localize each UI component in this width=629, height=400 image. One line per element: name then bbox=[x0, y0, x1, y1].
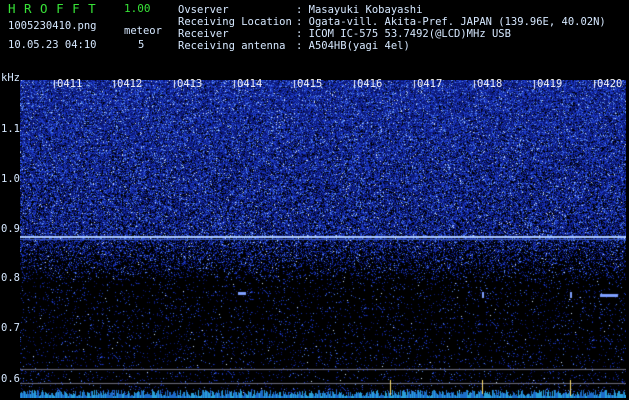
app-version: 1.00 bbox=[124, 2, 151, 15]
info-label-receiver: Receiver bbox=[178, 28, 229, 40]
time-marker-label: 0417 bbox=[417, 78, 443, 90]
time-marker-label: 0414 bbox=[237, 78, 263, 90]
meteor-label: meteor bbox=[124, 25, 162, 37]
time-marker-label: 0412 bbox=[117, 78, 143, 90]
y-axis-unit: kHz bbox=[1, 72, 20, 84]
y-axis-tick: 0.9 bbox=[1, 223, 20, 235]
plot-area bbox=[20, 80, 626, 398]
info-value-observer: : Masayuki Kobayashi bbox=[296, 4, 423, 16]
capture-time: 10.05.23 04:10 bbox=[8, 39, 97, 51]
y-axis-tick: 1.1 bbox=[1, 123, 20, 135]
time-marker-label: 0415 bbox=[297, 78, 323, 90]
y-axis-tick: 1.0 bbox=[1, 173, 20, 185]
info-value-location: : Ogata-vill. Akita-Pref. JAPAN (139.96E… bbox=[296, 16, 606, 28]
app-title: HROFFT bbox=[8, 1, 105, 16]
time-marker-label: 0416 bbox=[357, 78, 383, 90]
time-marker-label: 0420 bbox=[597, 78, 623, 90]
info-label-location: Receiving Location bbox=[178, 16, 292, 28]
info-value-antenna: : A504HB(yagi 4el) bbox=[296, 40, 410, 52]
time-marker-label: 0413 bbox=[177, 78, 203, 90]
time-marker-label: 0411 bbox=[57, 78, 83, 90]
meteor-count: 5 bbox=[138, 39, 145, 51]
file-name: 1005230410.png bbox=[8, 20, 97, 32]
time-marker-label: 0418 bbox=[477, 78, 503, 90]
y-axis-tick: 0.8 bbox=[1, 272, 20, 284]
info-value-receiver: : ICOM IC-575 53.7492(@LCD)MHz USB bbox=[296, 28, 511, 40]
y-axis-tick: 0.6 bbox=[1, 373, 20, 385]
time-marker-label: 0419 bbox=[537, 78, 563, 90]
info-label-observer: Ovserver bbox=[178, 4, 229, 16]
info-label-antenna: Receiving antenna bbox=[178, 40, 286, 52]
spectrogram-canvas bbox=[20, 80, 626, 398]
y-axis-tick: 0.7 bbox=[1, 322, 20, 334]
